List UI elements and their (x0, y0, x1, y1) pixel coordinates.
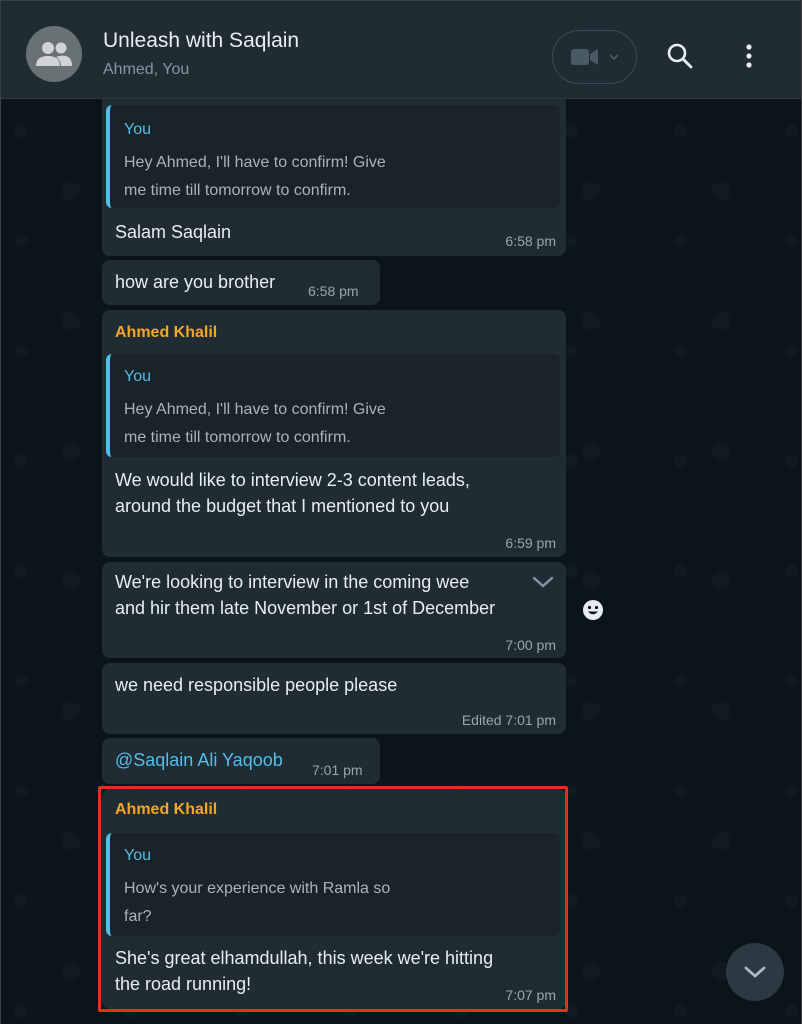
chevron-down-icon (744, 966, 766, 978)
message-text: we need responsible people please (115, 675, 398, 695)
message-bubble[interactable]: Ahmed Khalil You Hey Ahmed, I'll have to… (102, 310, 566, 557)
group-avatar[interactable] (26, 26, 82, 82)
message-bubble[interactable]: how are you brother 6:58 pm (102, 260, 380, 305)
chat-header: Unleash with Saqlain Ahmed, You (1, 1, 801, 99)
chat-title[interactable]: Unleash with Saqlain (103, 29, 299, 53)
message-time: 7:01 pm (312, 762, 363, 778)
message-bubble[interactable]: We're looking to interview in the coming… (102, 562, 566, 658)
quoted-message[interactable]: You Hey Ahmed, I'll have to confirm! Giv… (106, 354, 560, 457)
message-text: We're looking to interview in the coming… (115, 569, 533, 621)
chevron-down-icon (532, 576, 554, 588)
quoted-text: Hey Ahmed, I'll have to confirm! Give me… (124, 396, 464, 452)
message-time: Edited 7:01 pm (461, 712, 556, 728)
message-time: 6:58 pm (308, 283, 359, 299)
message-text: how are you brother (115, 272, 276, 292)
scroll-to-bottom-button[interactable] (726, 943, 784, 1001)
message-time: 6:58 pm (505, 233, 556, 249)
highlight-box (98, 786, 568, 1012)
message-text-line: around the budget that I mentioned to yo… (115, 496, 450, 516)
group-icon (36, 42, 72, 66)
message-text: We would like to interview 2-3 content l… (115, 467, 470, 519)
quoted-sender: You (124, 121, 151, 138)
quoted-text-line: me time till tomorrow to confirm. (124, 429, 351, 446)
message-text-line: We're looking to interview in the coming… (115, 572, 470, 592)
menu-button[interactable] (737, 41, 761, 71)
quoted-text-line: Hey Ahmed, I'll have to confirm! Give (124, 154, 386, 171)
quoted-text: Hey Ahmed, I'll have to confirm! Give me… (124, 149, 464, 205)
sender-name[interactable]: Ahmed Khalil (115, 324, 217, 342)
message-options-button[interactable] (531, 573, 555, 596)
more-vertical-icon (746, 44, 752, 68)
search-icon (667, 43, 693, 69)
quoted-text-line: Hey Ahmed, I'll have to confirm! Give (124, 401, 386, 418)
emoji-icon (583, 600, 603, 620)
message-time: 6:59 pm (505, 535, 556, 551)
video-call-button[interactable] (552, 30, 637, 84)
react-button[interactable] (577, 594, 609, 626)
message-text-line: We would like to interview 2-3 content l… (115, 470, 470, 490)
message-time: 7:00 pm (505, 637, 556, 653)
mention-link[interactable]: @Saqlain Ali Yaqoob (115, 747, 283, 773)
search-button[interactable] (665, 41, 695, 71)
message-bubble[interactable]: You Hey Ahmed, I'll have to confirm! Giv… (102, 99, 566, 256)
message-bubble[interactable]: we need responsible people please Edited… (102, 663, 566, 734)
message-text: Salam Saqlain (115, 222, 232, 242)
quoted-message[interactable]: You Hey Ahmed, I'll have to confirm! Giv… (106, 105, 560, 208)
chevron-down-icon (608, 54, 619, 61)
quoted-sender: You (124, 368, 151, 385)
video-call-icon (570, 49, 598, 65)
chat-window: Unleash with Saqlain Ahmed, You You Hey … (0, 0, 802, 1024)
chat-participants: Ahmed, You (103, 61, 190, 78)
quoted-text-line: me time till tomorrow to confirm. (124, 182, 351, 199)
message-text-line: and hir them late November or 1st of Dec… (115, 598, 496, 618)
message-bubble[interactable]: @Saqlain Ali Yaqoob 7:01 pm (102, 738, 380, 784)
